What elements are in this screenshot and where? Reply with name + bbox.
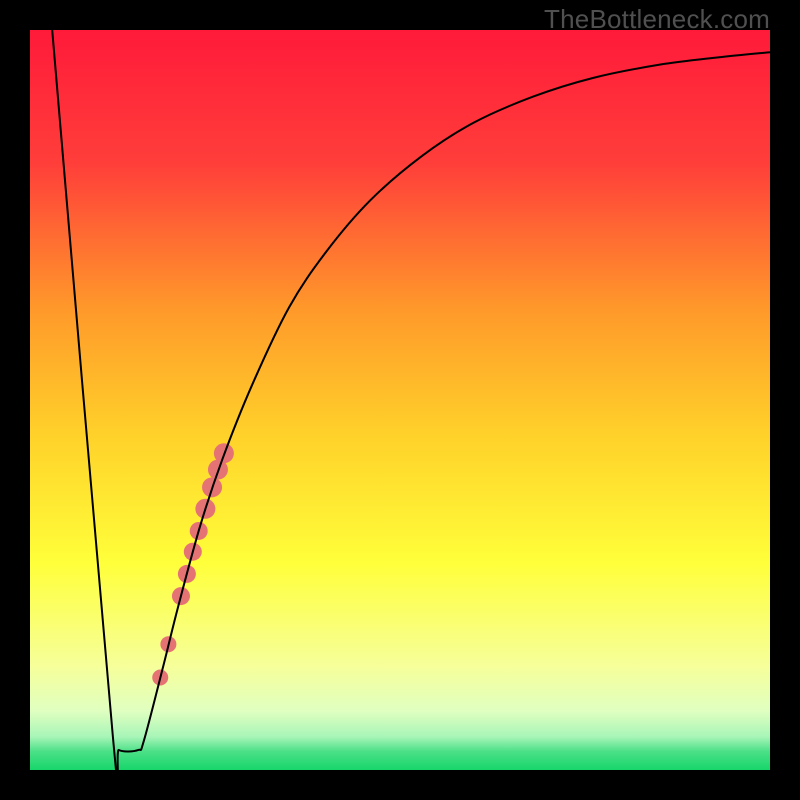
chart-svg <box>30 30 770 770</box>
watermark-text: TheBottleneck.com <box>544 4 770 35</box>
chart-frame: TheBottleneck.com <box>0 0 800 800</box>
plot-area <box>30 30 770 770</box>
gradient-background <box>30 30 770 770</box>
